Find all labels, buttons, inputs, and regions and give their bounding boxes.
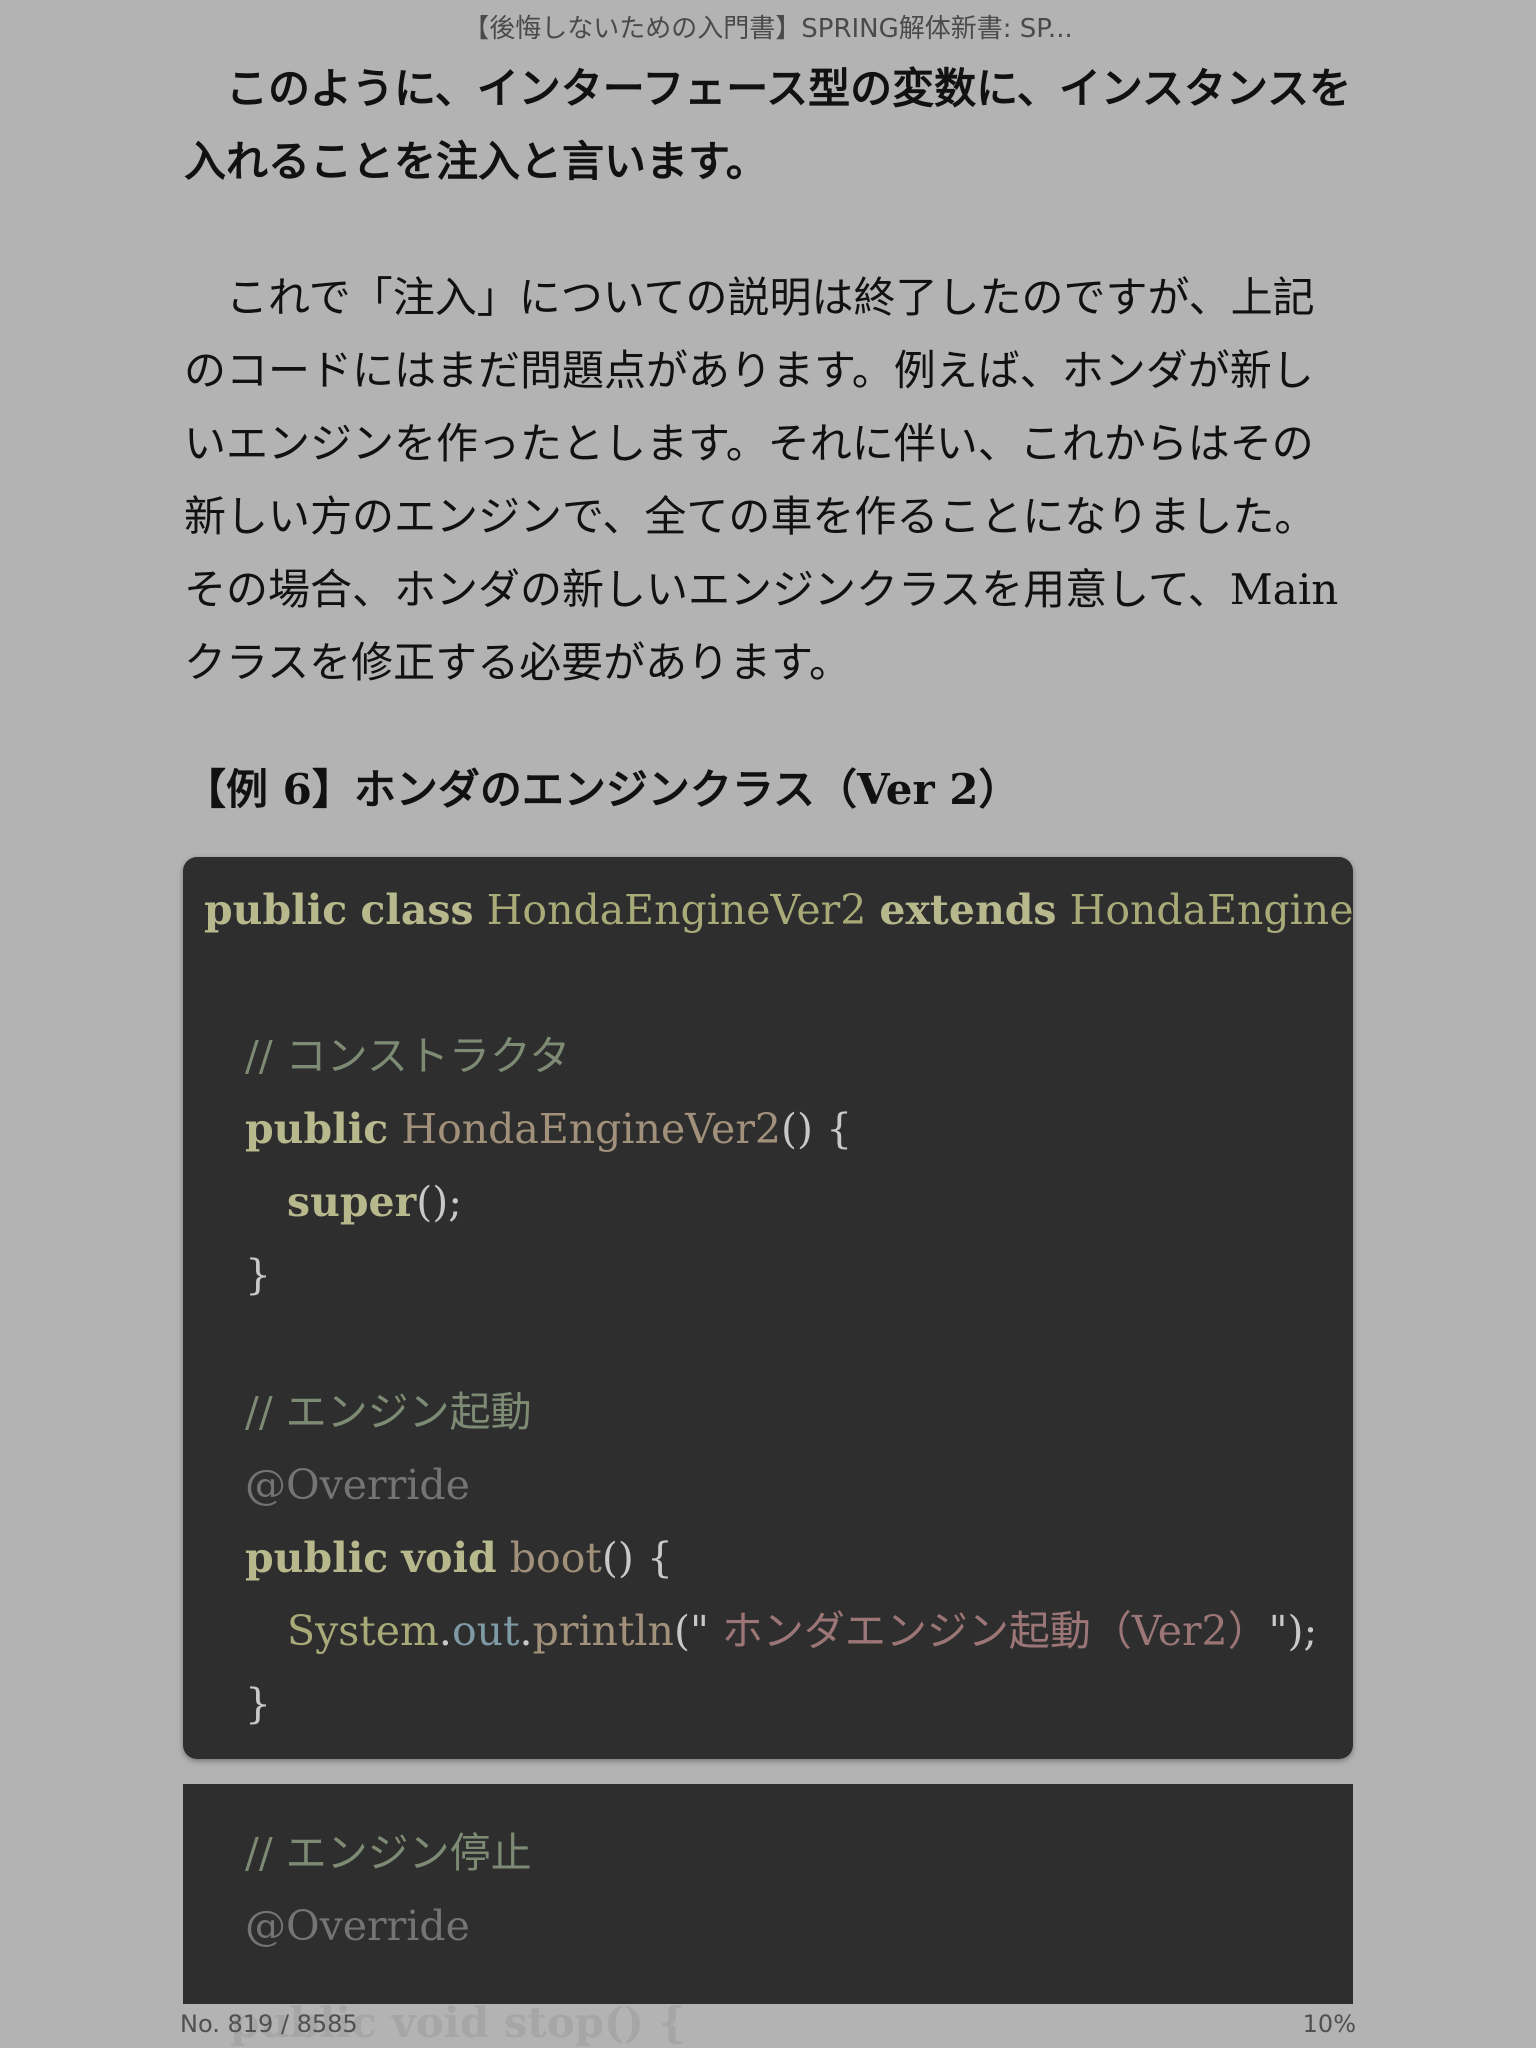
keyword-public: public <box>204 886 348 934</box>
paragraph-injection-summary: このように、インターフェース型の変数に、インスタンスを入れることを注入と言います… <box>184 64 1352 186</box>
keyword-super: super <box>287 1178 417 1226</box>
parens-close: "); <box>1268 1607 1318 1655</box>
println-method: println <box>532 1607 674 1655</box>
parens: () <box>781 1105 814 1153</box>
constructor-name: HondaEngineVer2 <box>401 1105 782 1153</box>
code-line-class-declaration: public class HondaEngineVer2 extends Hon… <box>204 885 1353 935</box>
code-block: public class HondaEngineVer2 extends Hon… <box>183 857 1353 1759</box>
reading-progress-footer: No. 819 / 8585 10% <box>180 2010 1356 2040</box>
parens: () <box>601 1534 634 1582</box>
code-annotation-override: @Override <box>245 1461 470 1509</box>
dot: . <box>519 1607 533 1655</box>
string-literal: ホンダエンジン起動（Ver2） <box>708 1607 1269 1655</box>
book-title: 【後悔しないための入門書】SPRING解体新書: SP... <box>463 14 1073 44</box>
method-name-boot: boot <box>509 1534 602 1582</box>
code-brace-close: } <box>245 1680 272 1728</box>
code-brace-close: } <box>245 1251 272 1299</box>
keyword-void: void <box>401 1534 497 1582</box>
out-field: out <box>451 1607 520 1655</box>
code-line-constructor: public HondaEngineVer2() { <box>245 1104 852 1154</box>
dot: . <box>438 1607 452 1655</box>
code-line-boot-method: public void boot() { <box>245 1533 673 1583</box>
percent-indicator[interactable]: 10% <box>1303 2010 1356 2038</box>
parent-class-name: HondaEngine <box>1069 886 1353 934</box>
keyword-public: public <box>245 1105 389 1153</box>
keyword-public: public <box>245 1534 389 1582</box>
class-name: HondaEngineVer2 <box>486 886 867 934</box>
paragraph-problem-description: これで「注入」についての説明は終了したのですが、上記のコードにはまだ問題点があり… <box>184 273 1339 687</box>
code-comment-boot: // エンジン起動 <box>245 1388 532 1436</box>
code-comment-constructor: // コンストラクタ <box>245 1032 571 1080</box>
code-block-continued: // エンジン停止 @Override <box>183 1784 1353 2004</box>
code-line-println: System.out.println(" ホンダエンジン起動（Ver2）"); <box>287 1606 1317 1656</box>
code-comment-stop: // エンジン停止 <box>245 1829 532 1877</box>
keyword-class: class <box>360 886 474 934</box>
keyword-extends: extends <box>879 886 1057 934</box>
parens-open: (" <box>673 1607 709 1655</box>
code-annotation-override: @Override <box>245 1902 470 1950</box>
system-class: System <box>287 1607 439 1655</box>
brace-open: { <box>826 1105 853 1153</box>
page-content: このように、インターフェース型の変数に、インスタンスを入れることを注入と言います… <box>184 52 1354 826</box>
location-indicator[interactable]: No. 819 / 8585 <box>180 2010 358 2038</box>
code-line-super: super(); <box>287 1177 462 1227</box>
brace-open: { <box>646 1534 674 1582</box>
example-heading: 【例 6】ホンダのエンジンクラス（Ver 2） <box>184 765 1021 814</box>
super-call-end: (); <box>416 1178 463 1226</box>
